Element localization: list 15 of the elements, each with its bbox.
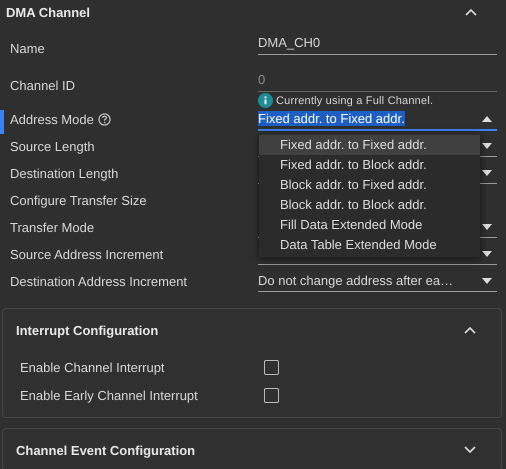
field-label: Source Address Increment [10,246,164,262]
field-label: Configure Transfer Size [10,192,147,208]
field-label: Transfer Mode [10,220,94,234]
panel-title: Channel Event Configuration [16,442,196,458]
helper-text: Currently using a Full Channel. [276,94,434,106]
field-label: Channel ID [10,78,76,92]
panel-title: Interrupt Configuration [16,322,158,338]
field-label: Name [10,40,45,56]
field-label: Address Mode [10,112,94,126]
section-title: DMA Channel [6,4,90,20]
checkbox-label: Enable Channel Interrupt [20,360,166,374]
field-label: Destination Length [10,166,118,180]
checkbox-label: Enable Early Channel Interrupt [20,388,199,402]
field-label: Destination Address Increment [10,274,188,288]
field-label: Source Length [10,138,95,154]
